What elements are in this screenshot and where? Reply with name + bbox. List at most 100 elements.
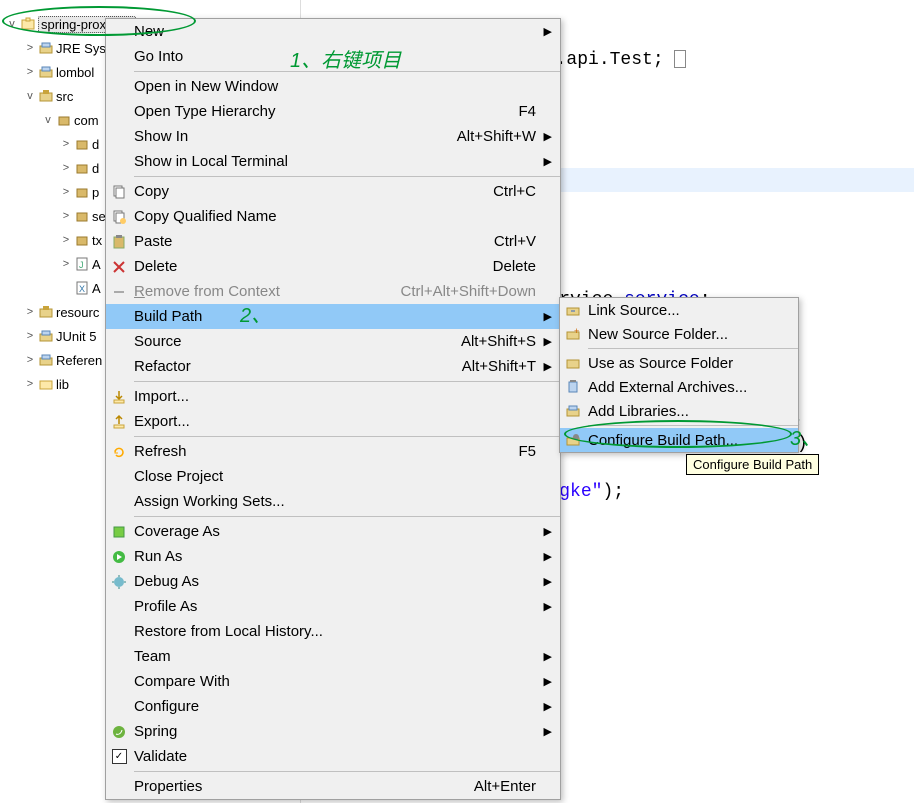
submenu-item-new-source-folder[interactable]: + New Source Folder... — [560, 322, 798, 346]
tree-label: A — [92, 281, 101, 296]
menu-item-export[interactable]: Export... — [106, 409, 560, 434]
twistie-icon[interactable]: > — [22, 66, 38, 78]
tree-label: JUnit 5 — [56, 329, 96, 344]
build-path-submenu: Link Source... + New Source Folder... Use a… — [559, 297, 799, 453]
menu-item-build-path[interactable]: Build Path▶ — [106, 304, 560, 329]
menu-item-new[interactable]: New▶ — [106, 19, 560, 44]
submenu-item-use-as-source-folder[interactable]: Use as Source Folder — [560, 351, 798, 375]
menu-item-configure[interactable]: Configure▶ — [106, 694, 560, 719]
twistie-icon[interactable]: > — [22, 330, 38, 342]
menu-item-properties[interactable]: PropertiesAlt+Enter — [106, 774, 560, 799]
tree-label: p — [92, 185, 99, 200]
menu-item-delete[interactable]: DeleteDelete — [106, 254, 560, 279]
pkg-icon — [74, 136, 90, 152]
menu-label: Open Type Hierarchy — [132, 103, 518, 120]
menu-shortcut: Ctrl+C — [493, 183, 560, 200]
tree-label: resourc — [56, 305, 99, 320]
twistie-icon[interactable]: > — [58, 210, 74, 222]
twistie-icon[interactable]: > — [58, 258, 74, 270]
menu-label: Add Libraries... — [586, 403, 798, 420]
menu-shortcut: Ctrl+Alt+Shift+Down — [401, 283, 560, 300]
twistie-icon[interactable]: > — [58, 234, 74, 246]
menu-item-copy[interactable]: CopyCtrl+C — [106, 179, 560, 204]
twistie-icon[interactable]: > — [22, 354, 38, 366]
submenu-arrow-icon: ▶ — [544, 335, 552, 348]
project-icon — [20, 16, 36, 32]
menu-item-open-type-hierarchy[interactable]: Open Type HierarchyF4 — [106, 99, 560, 124]
menu-item-spring[interactable]: Spring▶ — [106, 719, 560, 744]
menu-label: Restore from Local History... — [132, 623, 560, 640]
tree-label: com — [74, 113, 99, 128]
menu-shortcut: F4 — [518, 103, 560, 120]
menu-item-import[interactable]: Import... — [106, 384, 560, 409]
menu-label: Team — [132, 648, 560, 665]
menu-label: Configure — [132, 698, 560, 715]
menu-item-coverage-as[interactable]: Coverage As▶ — [106, 519, 560, 544]
newfolder-icon: + — [560, 326, 586, 342]
twistie-icon[interactable]: > — [22, 378, 38, 390]
pkg-icon — [74, 208, 90, 224]
submenu-arrow-icon: ▶ — [544, 550, 552, 563]
menu-label: New Source Folder... — [586, 326, 798, 343]
submenu-item-configure-build-path[interactable]: Configure Build Path... — [560, 428, 798, 452]
menu-separator — [134, 381, 560, 382]
menu-item-compare-with[interactable]: Compare With▶ — [106, 669, 560, 694]
twistie-icon[interactable]: > — [22, 42, 38, 54]
submenu-item-add-external-archives[interactable]: Add External Archives... — [560, 375, 798, 399]
lib-icon — [38, 352, 54, 368]
menu-item-close-project[interactable]: Close Project — [106, 464, 560, 489]
twistie-icon[interactable]: v — [22, 90, 38, 102]
menu-item-profile-as[interactable]: Profile As▶ — [106, 594, 560, 619]
menu-item-assign-working-sets[interactable]: Assign Working Sets... — [106, 489, 560, 514]
pkg-icon — [74, 184, 90, 200]
spring-icon — [106, 724, 132, 740]
svg-text:X: X — [79, 284, 85, 294]
twistie-icon[interactable]: > — [58, 162, 74, 174]
jar-icon — [560, 379, 586, 395]
twistie-icon[interactable]: v — [4, 18, 20, 30]
usesrc-icon — [560, 355, 586, 371]
folder-icon — [38, 376, 54, 392]
tree-label: src — [56, 89, 73, 104]
lib-icon — [38, 64, 54, 80]
menu-item-copy-qualified-name[interactable]: Copy Qualified Name — [106, 204, 560, 229]
twistie-icon[interactable]: > — [58, 138, 74, 150]
menu-item-open-in-new-window[interactable]: Open in New Window — [106, 74, 560, 99]
menu-item-team[interactable]: Team▶ — [106, 644, 560, 669]
submenu-item-add-libraries[interactable]: Add Libraries... — [560, 399, 798, 423]
menu-item-refresh[interactable]: RefreshF5 — [106, 439, 560, 464]
submenu-item-link-source[interactable]: Link Source... — [560, 298, 798, 322]
menu-separator — [588, 348, 798, 349]
twistie-icon[interactable]: > — [58, 186, 74, 198]
menu-label: Properties — [132, 778, 474, 795]
menu-item-run-as[interactable]: Run As▶ — [106, 544, 560, 569]
menu-item-debug-as[interactable]: Debug As▶ — [106, 569, 560, 594]
menu-item-go-into[interactable]: Go Into — [106, 44, 560, 69]
menu-item-restore-from-local-history[interactable]: Restore from Local History... — [106, 619, 560, 644]
menu-item-source[interactable]: SourceAlt+Shift+S▶ — [106, 329, 560, 354]
addlib-icon — [560, 403, 586, 419]
menu-label: Go Into — [132, 48, 560, 65]
menu-label: Close Project — [132, 468, 560, 485]
menu-separator — [134, 771, 560, 772]
svg-text:+: + — [574, 326, 579, 336]
submenu-arrow-icon: ▶ — [544, 725, 552, 738]
delete-icon — [106, 259, 132, 275]
menu-label: Profile As — [132, 598, 560, 615]
menu-item-show-in[interactable]: Show InAlt+Shift+W▶ — [106, 124, 560, 149]
tree-label: Referen — [56, 353, 102, 368]
tree-label: se — [92, 209, 106, 224]
menu-item-show-in-local-terminal[interactable]: Show in Local Terminal▶ — [106, 149, 560, 174]
menu-item-refactor[interactable]: RefactorAlt+Shift+T▶ — [106, 354, 560, 379]
menu-item-paste[interactable]: PasteCtrl+V — [106, 229, 560, 254]
menu-label: Source — [132, 333, 461, 350]
paste-icon — [106, 234, 132, 250]
twistie-icon[interactable]: v — [40, 114, 56, 126]
twistie-icon[interactable]: > — [22, 306, 38, 318]
copyq-icon — [106, 209, 132, 225]
submenu-arrow-icon: ▶ — [544, 600, 552, 613]
menu-item-validate[interactable]: ✓Validate — [106, 744, 560, 769]
menu-shortcut: Ctrl+V — [494, 233, 560, 250]
menu-separator — [134, 436, 560, 437]
remove-icon — [106, 284, 132, 300]
